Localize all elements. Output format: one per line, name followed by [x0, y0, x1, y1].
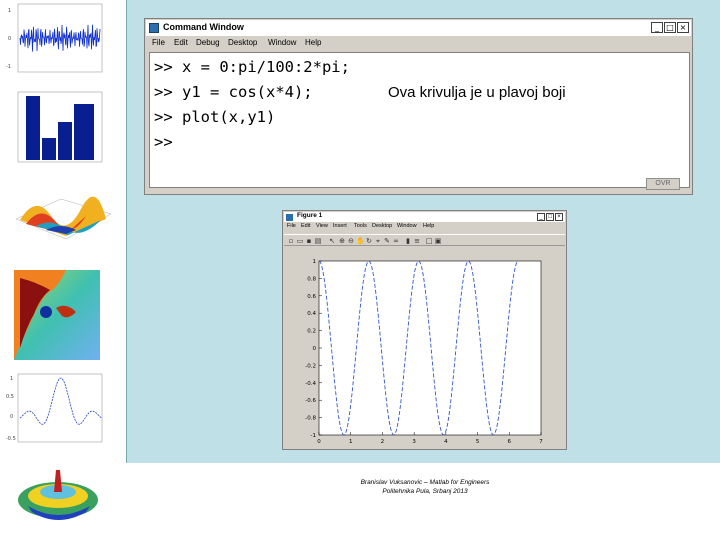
link-icon[interactable]: ∞ — [392, 237, 400, 245]
command-output-area[interactable]: >> x = 0:pi/100:2*pi; >> y1 = cos(x*4); … — [149, 52, 690, 188]
brush-icon[interactable]: ✎ — [383, 237, 391, 245]
cosine-plot[interactable]: 0 1 2 3 4 5 6 7 -1 -0.8 -0.6 -0.4 -0.2 0 0.2 0.4 0.6 0.8 1 — [284, 247, 565, 449]
rotate-icon[interactable]: ↻ — [365, 237, 373, 245]
pan-icon[interactable]: ✋ — [356, 237, 365, 245]
thumbnail-strip: 1 0 -1 1 0.5 0 -0.5 — [0, 0, 126, 540]
maximize-icon[interactable]: □ — [664, 22, 676, 33]
x-tick-label: 5 — [476, 439, 480, 445]
x-tick-label: 3 — [412, 439, 416, 445]
save-icon[interactable]: ▪ — [305, 237, 313, 245]
x-tick-label: 2 — [381, 439, 385, 445]
colorbar-icon[interactable]: ▮ — [404, 237, 412, 245]
overwrite-status-indicator: OVR — [646, 178, 680, 190]
svg-text:1: 1 — [10, 376, 13, 382]
y-tick-label: 0 — [313, 346, 317, 352]
fig-menu-file[interactable]: File — [287, 223, 296, 229]
datacursor-icon[interactable]: ⌖ — [374, 237, 382, 245]
svg-text:-1: -1 — [6, 64, 11, 70]
fig-menu-help[interactable]: Help — [423, 223, 434, 229]
command-line-3: >> plot(x,y1) — [154, 108, 276, 126]
command-window-titlebar[interactable]: Command Window _ □ × — [146, 20, 691, 36]
svg-text:0: 0 — [8, 36, 11, 42]
figure-maximize-icon[interactable]: □ — [546, 213, 554, 221]
menu-file[interactable]: File — [152, 38, 165, 47]
y-tick-label: 0.8 — [307, 276, 316, 282]
figure-window: Figure 1 _ □ × File Edit View Insert Too… — [282, 210, 567, 450]
menu-window[interactable]: Window — [268, 38, 296, 47]
command-window-menubar: File Edit Debug Desktop Window Help ↘ — [146, 37, 691, 66]
legend-icon[interactable]: ≡ — [413, 237, 421, 245]
fig-menu-edit[interactable]: Edit — [301, 223, 310, 229]
thumb-surface-plot — [15, 196, 112, 240]
menu-help[interactable]: Help — [305, 38, 321, 47]
y-tick-label: 0.2 — [307, 329, 316, 335]
y-tick-label: -0.2 — [305, 363, 316, 369]
y-tick-label: -1 — [311, 433, 316, 439]
x-tick-label: 4 — [444, 439, 448, 445]
figure-close-icon[interactable]: × — [555, 213, 563, 221]
command-window-title: Command Window — [163, 22, 244, 32]
svg-text:0: 0 — [10, 414, 13, 420]
y-tick-label: -0.4 — [305, 381, 316, 387]
thumb-bar-plot — [17, 91, 103, 163]
svg-text:0.5: 0.5 — [6, 394, 14, 400]
y-tick-label: 1 — [313, 259, 317, 265]
figure-menubar: File Edit View Insert Tools Desktop Wind… — [284, 223, 565, 233]
new-icon[interactable]: ▫ — [287, 237, 295, 245]
thumb-fractal-image — [14, 270, 100, 360]
fig-menu-insert[interactable]: Insert — [333, 223, 347, 229]
arrow-icon[interactable]: ↖ — [328, 237, 336, 245]
plot-axes-box — [318, 260, 542, 436]
figure-canvas: 0 1 2 3 4 5 6 7 -1 -0.8 -0.6 -0.4 -0.2 0 0.2 0.4 0.6 0.8 1 — [284, 247, 565, 449]
figure-titlebar[interactable]: Figure 1 _ □ × — [284, 212, 565, 222]
figure-toolbar: ▫ ▭ ▪ ▤ ↖ ⊕ ⊖ ✋ ↻ ⌖ ✎ ∞ ▮ ≡ □ ▣ — [284, 234, 565, 246]
slide-footer: Branislav Vuksanovic – Matlab for Engine… — [300, 478, 550, 496]
fig-menu-window[interactable]: Window — [397, 223, 417, 229]
command-line-1: >> x = 0:pi/100:2*pi; — [154, 58, 350, 76]
matlab-icon — [149, 23, 159, 33]
hide-icon[interactable]: □ — [425, 237, 433, 245]
svg-text:1: 1 — [8, 8, 11, 14]
fig-menu-desktop[interactable]: Desktop — [372, 223, 392, 229]
y-tick-label: -0.8 — [305, 416, 316, 422]
y-tick-label: -0.6 — [305, 398, 316, 404]
svg-text:-0.5: -0.5 — [6, 436, 16, 442]
x-tick-label: 7 — [539, 439, 543, 445]
zoom-in-icon[interactable]: ⊕ — [338, 237, 346, 245]
figure-icon — [286, 214, 293, 221]
fig-menu-view[interactable]: View — [316, 223, 328, 229]
menu-edit[interactable]: Edit — [174, 38, 188, 47]
show-icon[interactable]: ▣ — [434, 237, 442, 245]
menu-debug[interactable]: Debug — [196, 38, 220, 47]
print-icon[interactable]: ▤ — [314, 237, 322, 245]
footer-institution: Politehnika Pula, Srbanj 2013 — [382, 488, 468, 495]
close-icon[interactable]: × — [677, 22, 689, 33]
command-line-2: >> y1 = cos(x*4); — [154, 83, 313, 101]
open-icon[interactable]: ▭ — [296, 237, 304, 245]
x-tick-label: 1 — [349, 439, 353, 445]
command-window: Command Window _ □ × File Edit Debug Des… — [144, 18, 693, 195]
x-tick-label: 6 — [508, 439, 512, 445]
footer-author: Branislav Vuksanovic – Matlab for Engine… — [360, 479, 490, 486]
figure-title: Figure 1 — [297, 212, 323, 219]
fig-menu-tools[interactable]: Tools — [354, 223, 367, 229]
zoom-out-icon[interactable]: ⊖ — [347, 237, 355, 245]
y-tick-label: 0.4 — [307, 311, 316, 317]
command-prompt[interactable]: >> — [154, 133, 173, 151]
minimize-icon[interactable]: _ — [651, 22, 663, 33]
y-tick-label: 0.6 — [307, 294, 316, 300]
figure-minimize-icon[interactable]: _ — [537, 213, 545, 221]
thumb-peak-surface — [18, 470, 98, 520]
thumb-sinc-plot: 1 0.5 0 -0.5 — [6, 373, 103, 443]
x-tick-label: 0 — [317, 439, 321, 445]
thumb-signal-plot: 1 0 -1 — [6, 3, 103, 73]
menu-desktop[interactable]: Desktop — [228, 38, 257, 47]
annotation-text: Ova krivulja je u plavoj boji — [388, 84, 566, 101]
